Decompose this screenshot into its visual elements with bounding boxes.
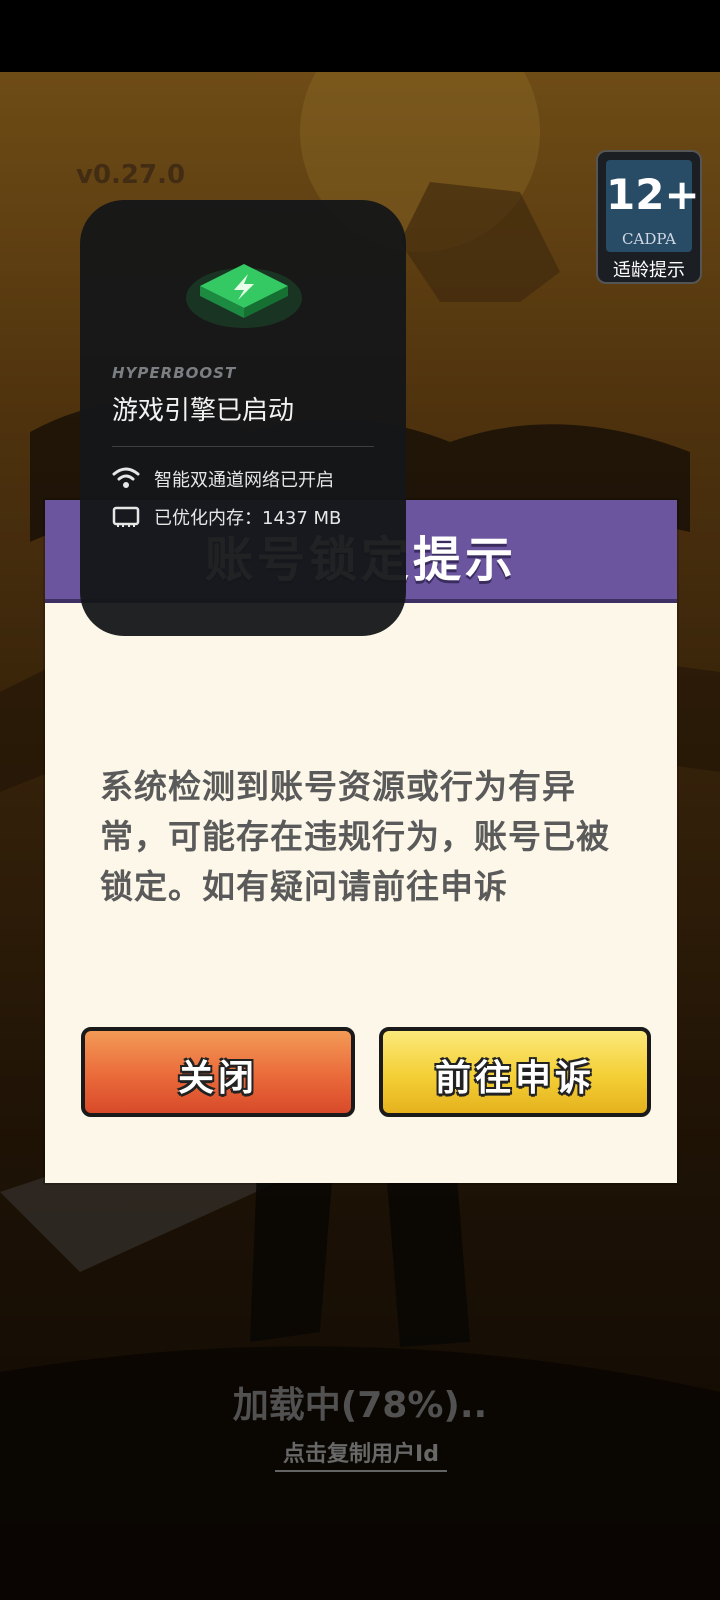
hyperboost-panel: HYPERBOOST 游戏引擎已启动 智能双通道网络已开启 已优化内存：1437… xyxy=(80,200,406,636)
dialog-message: 系统检测到账号资源或行为有异常，可能存在违规行为，账号已被锁定。如有疑问请前往申… xyxy=(100,767,610,906)
age-rating-org: CADPA xyxy=(622,230,676,248)
wifi-icon xyxy=(112,467,140,488)
hyperboost-memory-text: 已优化内存：1437 MB xyxy=(154,508,342,529)
appeal-button-label: 前往申诉 xyxy=(434,1058,595,1099)
age-rating-panel: 12+ CADPA xyxy=(606,160,700,252)
hyperboost-logo-icon xyxy=(186,264,302,328)
age-rating-number: 12+ xyxy=(606,170,700,219)
hyperboost-title: 游戏引擎已启动 xyxy=(112,396,295,426)
memory-icon xyxy=(112,506,140,527)
appeal-button[interactable]: 前往申诉 xyxy=(379,1027,651,1117)
hyperboost-network-text: 智能双通道网络已开启 xyxy=(154,470,334,491)
version-label: v0.27.0 xyxy=(76,160,186,190)
loading-progress-text: 加载中(78%).. xyxy=(232,1385,488,1426)
hyperboost-brand: HYPERBOOST xyxy=(112,364,237,382)
hyperboost-divider xyxy=(112,446,374,447)
status-bar xyxy=(0,0,720,72)
close-button[interactable]: 关闭 xyxy=(81,1027,355,1117)
copy-user-id-link[interactable]: 点击复制用户Id xyxy=(275,1436,447,1472)
age-rating-label: 适龄提示 xyxy=(613,260,685,281)
close-button-label: 关闭 xyxy=(177,1058,258,1099)
age-rating-badge[interactable]: 12+ CADPA 适龄提示 xyxy=(596,150,702,284)
